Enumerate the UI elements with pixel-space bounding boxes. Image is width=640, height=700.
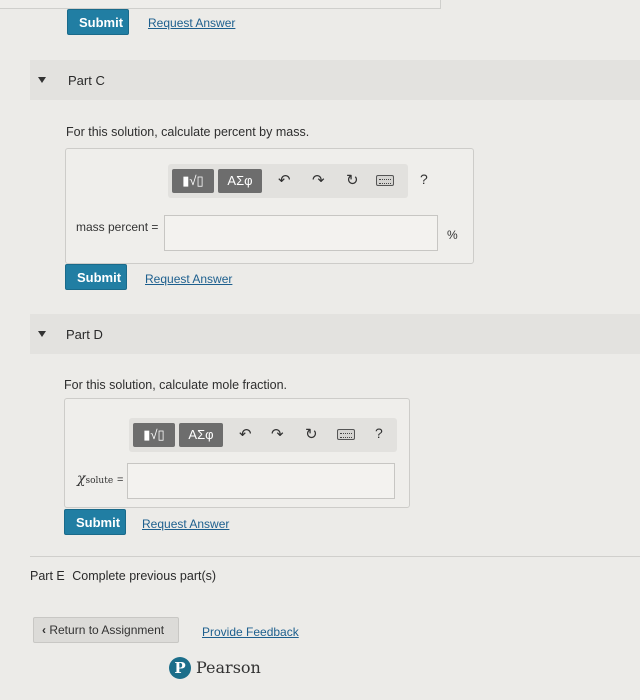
submit-button-part-c[interactable]: Submit [65, 264, 127, 290]
part-e-title: Part E [30, 569, 65, 583]
equals-sign: = [116, 474, 124, 486]
greek-symbols-button[interactable]: ΑΣφ [179, 423, 223, 447]
templates-button[interactable]: ▮√▯ [172, 169, 214, 193]
provide-feedback-link[interactable]: Provide Feedback [202, 625, 299, 639]
caret-down-icon[interactable] [38, 77, 46, 83]
mole-fraction-label: χsolute = [77, 471, 123, 487]
previous-answer-panel [0, 0, 441, 9]
part-c-header[interactable]: Part C [30, 60, 640, 100]
math-toolbar-c: ▮√▯ ΑΣφ ↶ ↷ ↻ ? [168, 164, 428, 198]
templates-button[interactable]: ▮√▯ [133, 423, 175, 447]
percent-unit: % [447, 228, 458, 242]
mass-percent-label: mass percent = [76, 220, 159, 234]
part-e-row: Part E Complete previous part(s) [30, 569, 216, 583]
help-icon[interactable]: ? [375, 425, 383, 441]
greek-symbols-button[interactable]: ΑΣφ [218, 169, 262, 193]
solute-subscript: solute [85, 476, 114, 486]
part-d-title: Part D [66, 327, 103, 342]
section-divider [30, 556, 640, 557]
submit-button-part-d[interactable]: Submit [64, 509, 126, 535]
reset-icon[interactable]: ↻ [346, 171, 359, 189]
request-answer-link-part-b[interactable]: Request Answer [148, 16, 235, 30]
redo-icon[interactable]: ↷ [271, 425, 284, 443]
mole-fraction-input[interactable] [127, 463, 395, 499]
caret-down-icon[interactable] [38, 331, 46, 337]
chevron-left-icon: ‹ [42, 623, 46, 637]
submit-button-part-b[interactable]: Submit [67, 9, 129, 35]
part-c-answer-box: ▮√▯ ΑΣφ ↶ ↷ ↻ ? mass percent = % [65, 148, 474, 264]
return-label: Return to Assignment [49, 623, 165, 637]
return-to-assignment-button[interactable]: ‹ Return to Assignment [33, 617, 179, 643]
part-d-instruction: For this solution, calculate mole fracti… [64, 378, 288, 392]
request-answer-link-part-d[interactable]: Request Answer [142, 517, 229, 531]
part-d-header[interactable]: Part D [30, 314, 640, 354]
help-icon[interactable]: ? [420, 171, 428, 187]
part-e-status: Complete previous part(s) [72, 569, 217, 583]
part-c-instruction: For this solution, calculate percent by … [66, 125, 310, 139]
mass-percent-input[interactable] [164, 215, 438, 251]
request-answer-link-part-c[interactable]: Request Answer [145, 272, 232, 286]
keyboard-icon[interactable] [337, 429, 355, 440]
redo-icon[interactable]: ↷ [312, 171, 325, 189]
undo-icon[interactable]: ↶ [239, 425, 252, 443]
keyboard-icon[interactable] [376, 175, 394, 186]
part-c-title: Part C [68, 73, 105, 88]
math-toolbar-d: ▮√▯ ΑΣφ ↶ ↷ ↻ ? [129, 418, 397, 452]
undo-icon[interactable]: ↶ [278, 171, 291, 189]
pearson-logo-icon: P [169, 657, 191, 679]
part-d-answer-box: ▮√▯ ΑΣφ ↶ ↷ ↻ ? χsolute = [64, 398, 410, 508]
pearson-brand: Pearson [196, 658, 261, 677]
reset-icon[interactable]: ↻ [305, 425, 318, 443]
